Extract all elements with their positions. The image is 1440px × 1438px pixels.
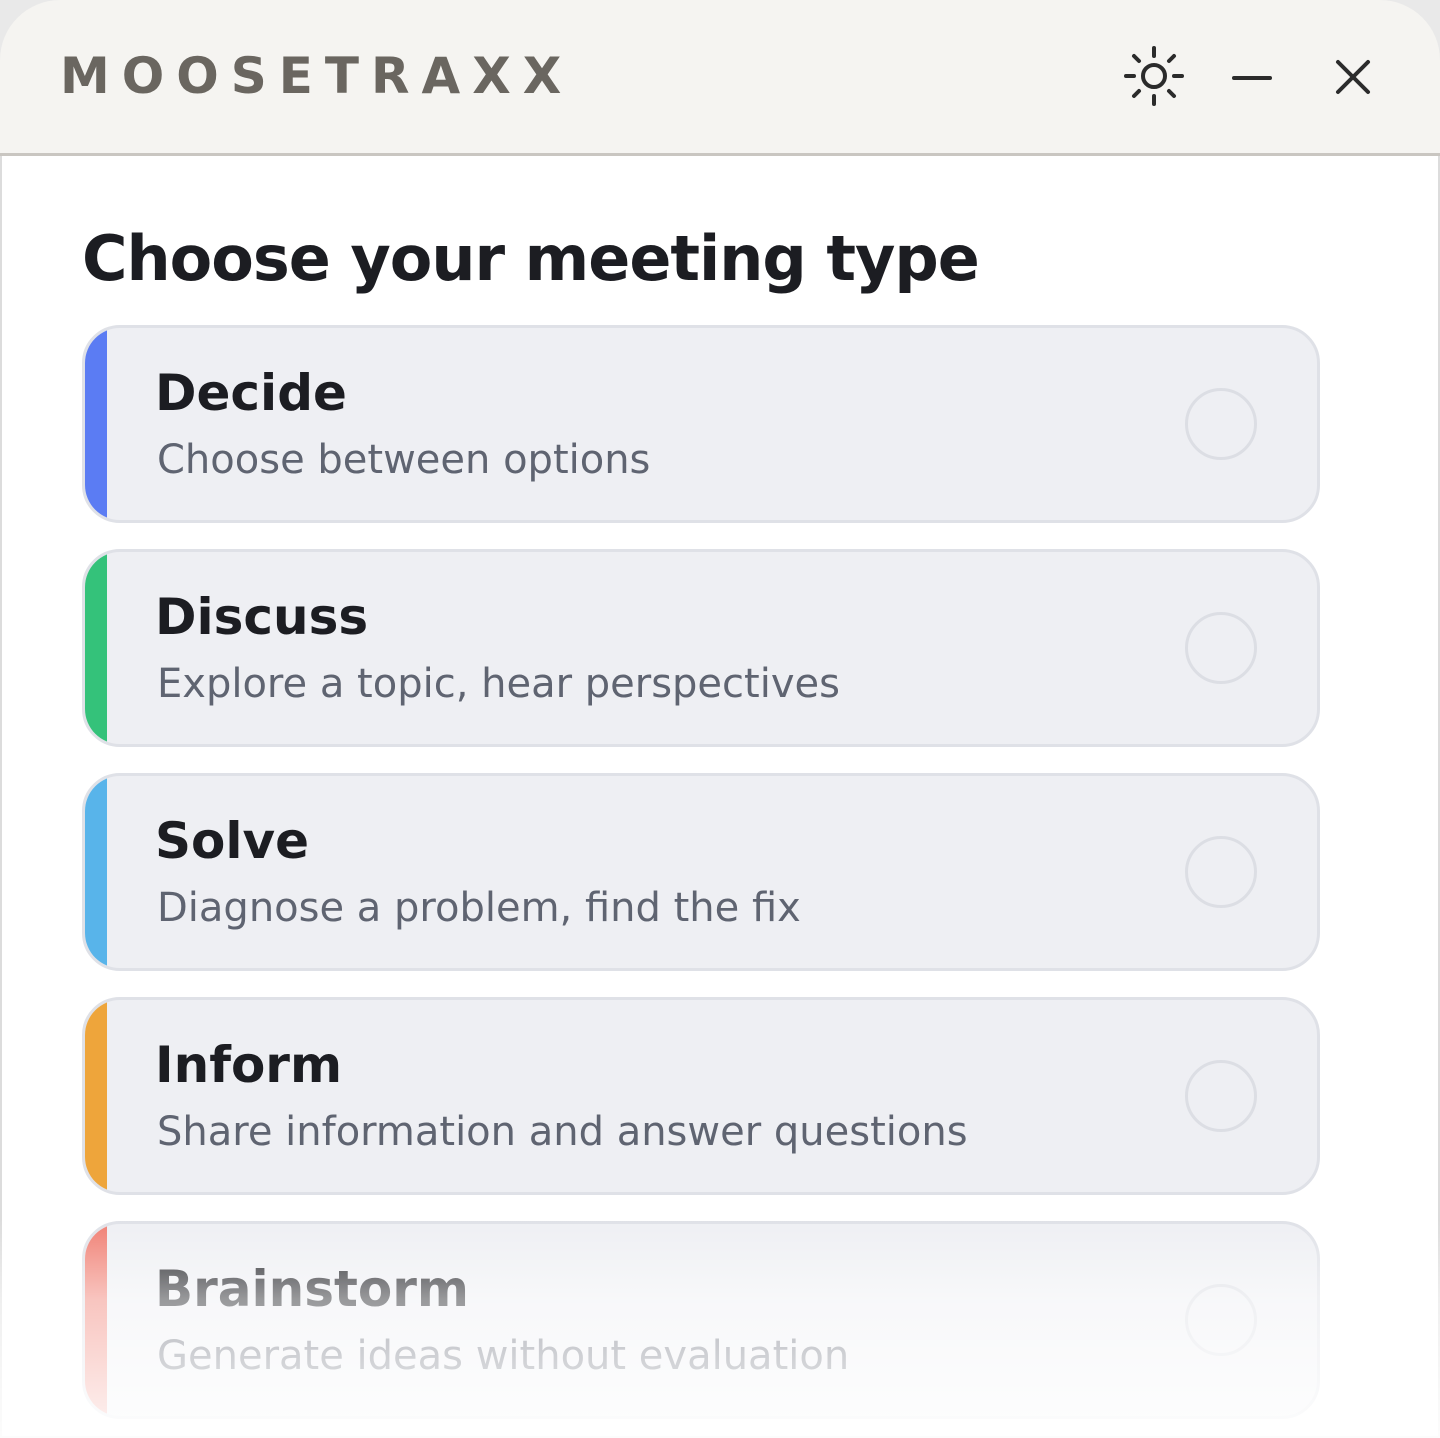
accent-bar bbox=[85, 1000, 107, 1192]
accent-bar bbox=[85, 776, 107, 968]
theme-toggle-button[interactable] bbox=[1122, 44, 1186, 108]
meeting-type-panel: Choose your meeting type Decide Choose b… bbox=[0, 159, 1440, 1438]
radio-button[interactable] bbox=[1185, 1284, 1257, 1356]
card-description: Diagnose a problem, find the fix bbox=[157, 885, 801, 931]
sun-icon bbox=[1122, 44, 1186, 108]
card-title: Brainstorm bbox=[155, 1260, 470, 1318]
meeting-type-card-solve[interactable]: Solve Diagnose a problem, find the fix bbox=[82, 773, 1320, 971]
card-title: Solve bbox=[155, 812, 310, 870]
radio-button[interactable] bbox=[1185, 388, 1257, 460]
meeting-type-card-discuss[interactable]: Discuss Explore a topic, hear perspectiv… bbox=[82, 549, 1320, 747]
app-window: MOOSETRAXX Choose your meeting type Deci… bbox=[0, 0, 1440, 1438]
title-bar[interactable]: MOOSETRAXX bbox=[0, 0, 1440, 156]
accent-bar bbox=[85, 552, 107, 744]
close-button[interactable] bbox=[1322, 44, 1386, 108]
radio-button[interactable] bbox=[1185, 1060, 1257, 1132]
card-title: Inform bbox=[155, 1036, 343, 1094]
card-title: Decide bbox=[155, 364, 347, 422]
meeting-type-card-brainstorm[interactable]: Brainstorm Generate ideas without evalua… bbox=[82, 1221, 1320, 1419]
minimize-button[interactable] bbox=[1220, 44, 1284, 108]
accent-bar bbox=[85, 1224, 107, 1416]
meeting-type-card-decide[interactable]: Decide Choose between options bbox=[82, 325, 1320, 523]
card-description: Generate ideas without evaluation bbox=[157, 1333, 850, 1379]
minus-icon bbox=[1220, 44, 1284, 108]
card-description: Explore a topic, hear perspectives bbox=[157, 661, 840, 707]
meeting-type-card-inform[interactable]: Inform Share information and answer ques… bbox=[82, 997, 1320, 1195]
accent-bar bbox=[85, 328, 107, 520]
page-title: Choose your meeting type bbox=[82, 222, 980, 295]
card-description: Share information and answer questions bbox=[157, 1109, 968, 1155]
card-title: Discuss bbox=[155, 588, 369, 646]
app-title: MOOSETRAXX bbox=[60, 47, 574, 105]
card-description: Choose between options bbox=[157, 437, 651, 483]
radio-button[interactable] bbox=[1185, 836, 1257, 908]
radio-button[interactable] bbox=[1185, 612, 1257, 684]
close-icon bbox=[1322, 44, 1386, 108]
